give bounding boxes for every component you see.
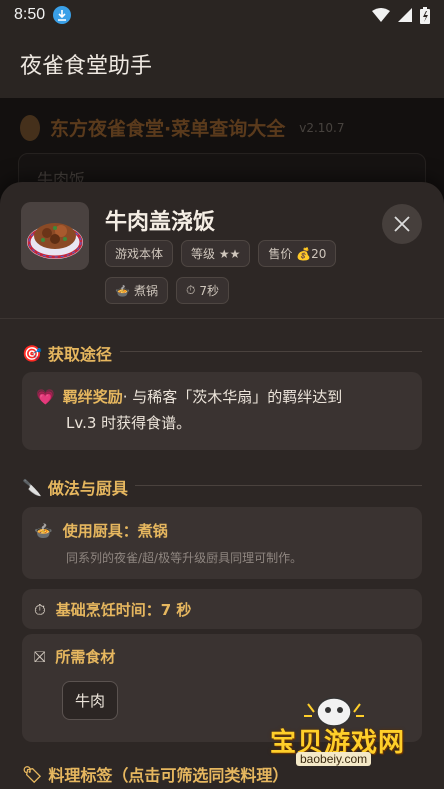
dish-name: 牛肉盖浇饭 (105, 210, 216, 235)
tags-title: 料理标签（点击可筛选同类料理） (48, 766, 289, 785)
method-title: 做法与厨具 (47, 479, 128, 498)
close-icon (394, 216, 410, 232)
download-icon (53, 6, 72, 24)
cook-time-card: ⏱ 基础烹饪时间：7 秒 (22, 589, 422, 629)
time-chip-label: 7秒 (199, 284, 219, 298)
timer-icon: ⏱ (185, 283, 196, 297)
watermark-url: baobeiy.com (296, 752, 372, 766)
status-bar: 8:50 (0, 0, 444, 30)
signal-icon (398, 8, 412, 22)
ingredient-chip[interactable]: 牛肉 (62, 681, 119, 720)
source-chip: 游戏本体 (105, 240, 174, 267)
method-section-header: 🔪 做法与厨具 (22, 475, 128, 499)
ingredients-label: 所需食材 (55, 648, 116, 666)
tags-section-header: 🏷 料理标签（点击可筛选同类料理） (22, 762, 288, 786)
knife-icon: 🔪 (22, 477, 42, 497)
section-divider (120, 351, 422, 352)
target-icon: 🎯 (22, 343, 42, 363)
bond-text-2: Lv.3 时获得食谱。 (66, 414, 192, 432)
app-bar: 夜雀食堂助手 (0, 30, 444, 98)
tool-label: 使用厨具：煮锅 (62, 522, 168, 540)
cook-time-label: 基础烹饪时间：7 秒 (55, 601, 192, 619)
section-divider (135, 485, 422, 486)
timer-icon: ⏱ (34, 600, 46, 619)
price-chip: 售价 💰20 (258, 240, 337, 267)
wifi-icon (372, 8, 390, 22)
header-divider (0, 318, 444, 319)
dish-image (21, 202, 89, 270)
level-chip: 等级 ★★ (181, 240, 251, 267)
bond-label: 羁绊奖励 (62, 388, 123, 406)
status-time: 8:50 (14, 6, 46, 23)
ingredients-icon: ⛝ (34, 647, 46, 666)
pot-icon: 🍲 (34, 521, 53, 540)
battery-icon (420, 6, 430, 24)
pot-icon: 🍲 (115, 283, 130, 298)
tool-card: 🍲 使用厨具：煮锅 同系列的夜雀/超/极等升级厨具同理可制作。 (22, 507, 422, 579)
cooker-chip: 🍲 煮锅 (105, 277, 168, 304)
acquire-title: 获取途径 (47, 345, 112, 364)
acquire-card: 💗 羁绊奖励· 与稀客「茨木华扇」的羁绊达到 Lv.3 时获得食谱。 (22, 372, 422, 450)
tag-icon: 🏷 (22, 764, 43, 784)
bond-text: · 与稀客「茨木华扇」的羁绊达到 (122, 388, 343, 406)
time-chip: ⏱ 7秒 (175, 277, 229, 304)
tool-note: 同系列的夜雀/超/极等升级厨具同理可制作。 (66, 551, 303, 565)
heart-icon: 💗 (36, 388, 55, 406)
cooker-chip-label: 煮锅 (133, 284, 158, 298)
close-button[interactable] (382, 204, 422, 244)
app-title: 夜雀食堂助手 (20, 54, 153, 79)
acquire-section-header: 🎯 获取途径 (22, 341, 112, 365)
